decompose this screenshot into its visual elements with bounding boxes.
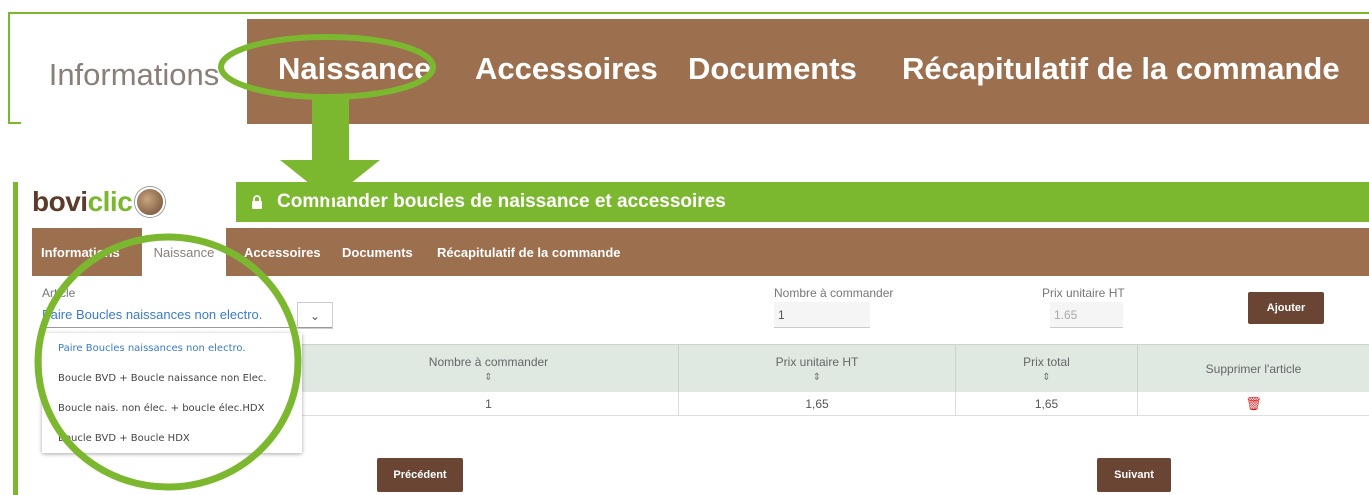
page-header: Commander boucles de naissance et access… bbox=[236, 182, 1369, 222]
sort-icon[interactable]: ⇕ bbox=[1042, 372, 1050, 383]
next-button[interactable]: Suivant bbox=[1097, 458, 1171, 492]
lock-icon bbox=[252, 195, 262, 209]
cell-unit-price: 1,65 bbox=[679, 392, 956, 415]
left-accent-rule bbox=[13, 182, 18, 495]
column-header-delete: Supprimer l'article bbox=[1205, 361, 1302, 376]
zoom-tab-documents[interactable]: Documents bbox=[688, 14, 857, 124]
article-dropdown-toggle[interactable]: ⌄ bbox=[297, 302, 333, 329]
tab-recapitulatif[interactable]: Récapitulatif de la commande bbox=[437, 228, 621, 276]
sort-icon[interactable]: ⇕ bbox=[484, 372, 492, 383]
previous-button[interactable]: Précédent bbox=[377, 458, 463, 492]
dropdown-option[interactable]: Paire Boucles naissances non electro. bbox=[42, 333, 302, 363]
trash-icon: 🗑 bbox=[1245, 395, 1262, 411]
chevron-down-icon: ⌄ bbox=[309, 308, 321, 323]
tab-informations[interactable]: Informations bbox=[41, 228, 120, 276]
table-header: Nombre à commander ⇕ Prix unitaire HT ⇕ Pr… bbox=[299, 344, 1369, 392]
dropdown-option[interactable]: Boucle BVD + Boucle naissance non Elec. bbox=[42, 363, 302, 393]
cow-logo-icon bbox=[135, 187, 166, 217]
page-title: Commander boucles de naissance et access… bbox=[277, 191, 726, 212]
zoomed-tab-strip: Informations Naissance Accessoires Docum… bbox=[8, 12, 1369, 126]
dropdown-option[interactable]: Boucle nais. non élec. + boucle élec.HDX bbox=[42, 393, 302, 423]
cell-total: 1,65 bbox=[956, 392, 1138, 415]
unit-price-field: 1.65 bbox=[1050, 302, 1123, 328]
logo[interactable]: boviclic bbox=[32, 182, 228, 222]
zoom-tab-informations[interactable]: Informations bbox=[21, 23, 247, 126]
article-selected-value: Paire Boucles naissances non electro. bbox=[42, 307, 263, 322]
add-button[interactable]: Ajouter bbox=[1248, 292, 1324, 324]
tab-bar: Informations Naissance Accessoires Docum… bbox=[32, 228, 1369, 276]
article-select[interactable]: Paire Boucles naissances non electro. bbox=[42, 302, 332, 328]
tab-documents[interactable]: Documents bbox=[342, 228, 413, 276]
annotated-screenshot: Informations Naissance Accessoires Docum… bbox=[0, 0, 1369, 495]
zoom-tab-naissance[interactable]: Naissance bbox=[278, 14, 431, 124]
column-header-unit-price[interactable]: Prix unitaire HT ⇕ bbox=[679, 345, 956, 392]
tab-accessoires[interactable]: Accessoires bbox=[244, 228, 321, 276]
article-label: Article bbox=[42, 286, 76, 300]
table-row: 1 1,65 1,65 🗑 bbox=[299, 392, 1369, 416]
article-dropdown-list: Paire Boucles naissances non electro. Bo… bbox=[42, 333, 302, 453]
column-header-quantity[interactable]: Nombre à commander ⇕ bbox=[299, 345, 679, 392]
column-header-total[interactable]: Prix total ⇕ bbox=[956, 345, 1138, 392]
unit-price-label: Prix unitaire HT bbox=[1042, 286, 1125, 300]
delete-row-button[interactable]: 🗑 bbox=[1138, 392, 1369, 415]
cell-quantity: 1 bbox=[299, 392, 679, 415]
logo-text-bovi: bovi bbox=[32, 186, 88, 217]
logo-text-clic: clic bbox=[87, 186, 133, 217]
order-table: Nombre à commander ⇕ Prix unitaire HT ⇕ Pr… bbox=[299, 344, 1369, 416]
zoom-tab-recapitulatif[interactable]: Récapitulatif de la commande bbox=[902, 14, 1340, 124]
app-screenshot: boviclic Commander boucles de naissance … bbox=[24, 182, 1369, 495]
sort-icon[interactable]: ⇕ bbox=[813, 372, 821, 383]
tab-naissance[interactable]: Naissance bbox=[142, 228, 226, 276]
quantity-label: Nombre à commander bbox=[774, 286, 894, 300]
dropdown-option[interactable]: Boucle BVD + Boucle HDX bbox=[42, 423, 302, 453]
quantity-input[interactable]: 1 bbox=[774, 302, 870, 328]
zoom-tab-accessoires[interactable]: Accessoires bbox=[475, 14, 658, 124]
